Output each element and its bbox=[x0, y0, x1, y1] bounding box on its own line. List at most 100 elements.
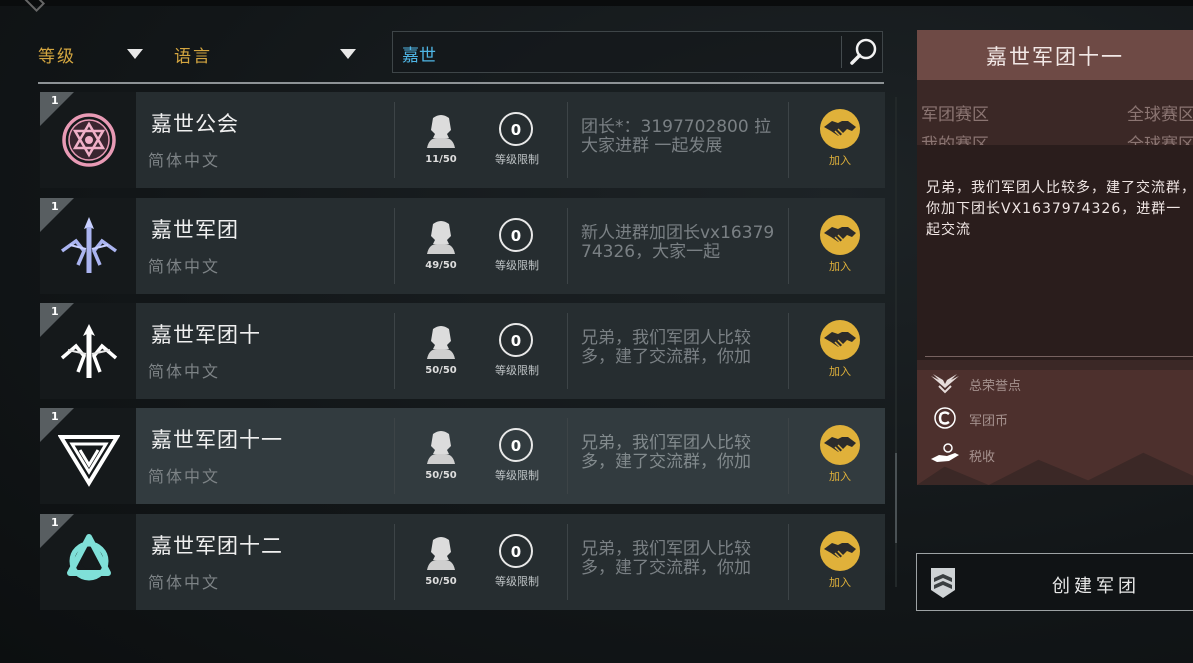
legion-region-row: 军团赛区 全球赛区 bbox=[921, 100, 1193, 125]
guild-row[interactable]: 1 嘉世军团十二 简体中文 50/50 0 等级限制 兄弟，我们军团人比较多，建… bbox=[40, 514, 885, 610]
handshake-icon[interactable] bbox=[819, 424, 861, 466]
divider bbox=[567, 524, 568, 600]
legion-coin-label: 军团币 bbox=[969, 414, 1009, 429]
search-icon bbox=[850, 38, 877, 65]
guild-emblem-cell: 1 bbox=[40, 92, 136, 188]
member-icon bbox=[427, 431, 455, 464]
handshake-icon[interactable] bbox=[819, 319, 861, 361]
search-divider bbox=[841, 36, 842, 68]
divider bbox=[788, 418, 789, 494]
level-filter-dropdown[interactable]: 等级 bbox=[38, 40, 148, 68]
white-trident-emblem-icon bbox=[60, 324, 118, 378]
level-limit-icon: 0 bbox=[499, 218, 533, 252]
detail-title: 嘉世军团十一 bbox=[986, 45, 1124, 69]
guild-level: 1 bbox=[51, 200, 59, 213]
svg-text:0: 0 bbox=[511, 332, 521, 350]
guild-language: 简体中文 bbox=[148, 151, 221, 170]
guild-row-body: 嘉世军团十一 简体中文 50/50 0 等级限制 兄弟，我们军团人比较多，建了交… bbox=[136, 408, 885, 504]
guild-row-body: 嘉世军团十 简体中文 50/50 0 等级限制 兄弟，我们军团人比较多，建了交流… bbox=[136, 303, 885, 399]
guild-notice: 兄弟，我们军团人比较多，建了交流群，你加 bbox=[581, 434, 751, 472]
guild-level: 1 bbox=[51, 305, 59, 318]
divider bbox=[788, 102, 789, 178]
search-field[interactable]: 嘉世 bbox=[392, 31, 883, 73]
guild-notice: 兄弟，我们军团人比较多，建了交流群，你加 bbox=[581, 540, 751, 578]
legion-coin-row: 军团币 bbox=[929, 407, 1189, 429]
svg-text:0: 0 bbox=[511, 227, 521, 245]
chevron-down-icon bbox=[340, 49, 356, 59]
handshake-icon[interactable] bbox=[819, 530, 861, 572]
guild-level: 1 bbox=[51, 410, 59, 423]
tax-hand-icon bbox=[931, 443, 959, 462]
guild-language: 简体中文 bbox=[148, 257, 221, 276]
guild-member-count: 49/50 bbox=[425, 260, 457, 271]
join-button-label[interactable]: 加入 bbox=[815, 468, 865, 484]
level-filter-label: 等级 bbox=[38, 46, 76, 67]
guild-member-count: 50/50 bbox=[425, 576, 457, 587]
guild-language: 简体中文 bbox=[148, 573, 221, 592]
divider bbox=[788, 524, 789, 600]
guild-name: 嘉世军团十一 bbox=[151, 428, 283, 452]
guild-emblem-cell: 1 bbox=[40, 303, 136, 399]
join-button-label[interactable]: 加入 bbox=[815, 363, 865, 379]
detail-description: 兄弟，我们军团人比较多，建了交流群，你加下团长VX1637974326，进群一起… bbox=[926, 180, 1193, 238]
guild-row[interactable]: 1 嘉世军团十 简体中文 50/50 0 等级限制 兄弟，我们军团人比较多，建了… bbox=[40, 303, 885, 399]
guild-name: 嘉世军团十二 bbox=[151, 534, 283, 558]
legion-region-label: 军团赛区 bbox=[921, 105, 989, 125]
divider bbox=[394, 208, 395, 284]
join-button-label[interactable]: 加入 bbox=[815, 152, 865, 168]
blue-trident-emblem-icon bbox=[60, 217, 118, 273]
divider bbox=[567, 102, 568, 178]
legion-coin-icon bbox=[934, 407, 956, 429]
level-limit-icon: 0 bbox=[499, 112, 533, 146]
level-limit-icon: 0 bbox=[499, 323, 533, 357]
legion-region-value: 全球赛区 bbox=[1127, 105, 1193, 125]
level-limit-label: 等级限制 bbox=[495, 469, 539, 482]
divider bbox=[788, 313, 789, 389]
guild-row-body: 嘉世公会 简体中文 11/50 0 等级限制 团长*：3197702800 拉大… bbox=[136, 92, 885, 188]
guild-notice: 团长*：3197702800 拉大家进群 一起发展 bbox=[581, 118, 772, 156]
create-legion-button[interactable]: 创建军团 bbox=[916, 553, 1193, 611]
language-filter-dropdown[interactable]: 语言 bbox=[174, 40, 364, 68]
honor-points-row: 总荣誉点 bbox=[929, 372, 1189, 394]
teal-knot-emblem-icon bbox=[67, 534, 111, 581]
guild-notice: 新人进群加团长vx1637974326，大家一起 bbox=[581, 224, 775, 262]
level-limit-label: 等级限制 bbox=[495, 575, 539, 588]
join-button-label[interactable]: 加入 bbox=[815, 574, 865, 590]
guild-level: 1 bbox=[51, 516, 59, 529]
guild-emblem-cell: 1 bbox=[40, 514, 136, 610]
level-limit-icon: 0 bbox=[499, 428, 533, 462]
scrollbar-thumb[interactable] bbox=[895, 453, 897, 543]
member-icon bbox=[427, 326, 455, 359]
guild-name: 嘉世公会 bbox=[151, 112, 239, 136]
member-icon bbox=[427, 537, 455, 570]
member-icon bbox=[427, 221, 455, 254]
search-button[interactable] bbox=[844, 32, 884, 72]
divider bbox=[567, 208, 568, 284]
honor-points-label: 总荣誉点 bbox=[969, 379, 1022, 394]
divider bbox=[394, 524, 395, 600]
guild-detail-panel: 嘉世军团十一 军团赛区 全球赛区 我的赛区 全球赛区 兄弟，我们军团人比较多，建… bbox=[917, 30, 1193, 485]
chevron-down-icon bbox=[127, 49, 143, 59]
guild-row-selected[interactable]: 1 嘉世军团十一 简体中文 50/50 0 等级限制 兄弟，我们军团人比较多，建… bbox=[40, 408, 885, 504]
handshake-icon[interactable] bbox=[819, 214, 861, 256]
member-icon bbox=[427, 115, 455, 148]
guild-language: 简体中文 bbox=[148, 467, 221, 486]
filter-underline bbox=[38, 82, 884, 84]
divider bbox=[788, 208, 789, 284]
handshake-icon[interactable] bbox=[819, 108, 861, 150]
divider bbox=[567, 313, 568, 389]
guild-row-body: 嘉世军团 简体中文 49/50 0 等级限制 新人进群加团长vx16379743… bbox=[136, 198, 885, 294]
guild-name: 嘉世军团 bbox=[151, 218, 239, 242]
wings-icon bbox=[931, 374, 959, 394]
list-scrollbar[interactable] bbox=[895, 97, 897, 587]
svg-text:0: 0 bbox=[511, 543, 521, 561]
search-input[interactable]: 嘉世 bbox=[402, 41, 436, 66]
guild-emblem-cell: 1 bbox=[40, 198, 136, 294]
guild-name: 嘉世军团十 bbox=[151, 323, 261, 347]
guild-row[interactable]: 1 嘉世军团 简体中文 49/50 0 等级限制 新人进群加团长vx163797… bbox=[40, 198, 885, 294]
guild-notice: 兄弟，我们军团人比较多，建了交流群，你加 bbox=[581, 329, 751, 367]
create-legion-label: 创建军团 bbox=[1052, 576, 1140, 597]
language-filter-label: 语言 bbox=[174, 46, 212, 67]
join-button-label[interactable]: 加入 bbox=[815, 258, 865, 274]
guild-row[interactable]: 1 嘉世公会 简体中文 11/50 0 等级限制 团长*：3197702800 … bbox=[40, 92, 885, 188]
